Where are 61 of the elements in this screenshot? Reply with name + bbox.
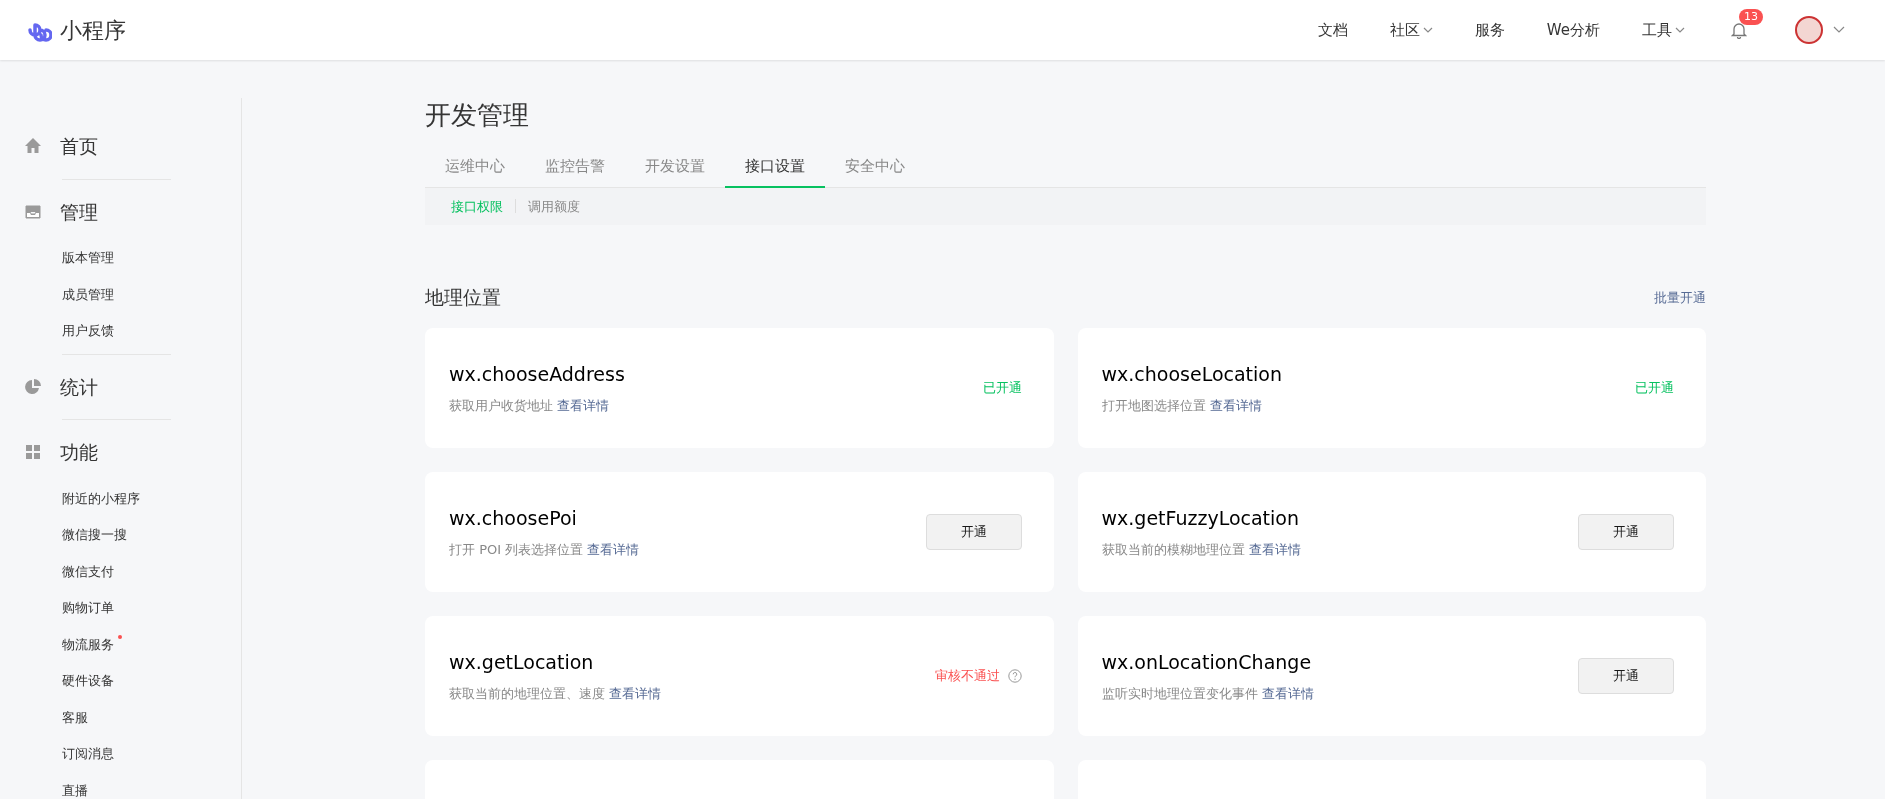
- api-description: 获取当前的地理位置、速度: [449, 686, 605, 702]
- enable-button[interactable]: 开通: [1578, 513, 1674, 550]
- sidebar-item[interactable]: 硬件设备: [62, 673, 114, 688]
- grid-icon: [24, 443, 42, 462]
- chevron-down-icon: [1675, 27, 1685, 33]
- sidebar-item[interactable]: 成员管理: [62, 286, 114, 302]
- api-description: 监听实时地理位置变化事件: [1101, 686, 1258, 702]
- details-link[interactable]: 查看详情: [609, 686, 662, 702]
- api-name: wx.getFuzzyLocation: [1101, 505, 1300, 531]
- sidebar-item[interactable]: 用户反馈: [62, 323, 114, 338]
- sidebar-item[interactable]: 购物订单: [62, 600, 114, 615]
- sidebar-item[interactable]: 微信搜一搜: [62, 527, 127, 542]
- nav-link[interactable]: 社区: [1389, 18, 1433, 42]
- api-description: 获取用户收货地址: [449, 398, 553, 414]
- api-name: wx.getLocation: [449, 649, 595, 675]
- status-text: 已开通: [982, 378, 1022, 397]
- sidebar-item[interactable]: 版本管理: [62, 250, 114, 265]
- tab[interactable]: 运维中心: [425, 149, 525, 188]
- api-name: wx.chooseAddress: [449, 361, 625, 387]
- notification-count: 13: [1739, 9, 1763, 25]
- details-link[interactable]: 查看详情: [1248, 542, 1301, 558]
- details-link[interactable]: 查看详情: [587, 542, 640, 558]
- sidebar-group[interactable]: 统计: [60, 372, 98, 401]
- tab[interactable]: 监控告警: [525, 149, 625, 188]
- api-description: 打开地图选择位置: [1101, 398, 1206, 414]
- nav-link[interactable]: We分析: [1546, 18, 1600, 42]
- status-text: 已开通: [1635, 378, 1674, 397]
- avatar[interactable]: [1795, 16, 1823, 44]
- section-title: 地理位置: [425, 285, 501, 311]
- api-name: wx.choosePoi: [449, 505, 578, 531]
- sidebar-item[interactable]: 物流服务: [62, 636, 114, 652]
- nav-link[interactable]: 文档: [1317, 18, 1348, 42]
- api-description: 获取当前的模糊地理位置: [1101, 542, 1245, 558]
- details-link[interactable]: 查看详情: [557, 398, 610, 414]
- sidebar-item[interactable]: 订阅消息: [62, 746, 114, 761]
- brand-name: 小程序: [60, 16, 126, 45]
- sidebar-item[interactable]: 客服: [62, 709, 88, 725]
- chevron-down-icon: [1422, 27, 1433, 33]
- api-name: wx.onLocationChange: [1101, 649, 1313, 675]
- inbox-icon: [24, 202, 42, 221]
- nav-link[interactable]: 工具: [1642, 18, 1685, 42]
- bell-icon[interactable]: [1731, 22, 1747, 39]
- sidebar-item[interactable]: 附近的小程序: [62, 490, 140, 506]
- sidebar-item[interactable]: 直播: [62, 782, 88, 798]
- home-icon: [24, 137, 42, 156]
- pie-chart-icon: [24, 377, 42, 396]
- details-link[interactable]: 查看详情: [1209, 398, 1262, 414]
- sidebar-group[interactable]: 管理: [60, 197, 98, 226]
- nav-link[interactable]: 服务: [1474, 18, 1505, 42]
- enable-button[interactable]: 开通: [1578, 657, 1674, 694]
- sidebar-item[interactable]: 微信支付: [62, 563, 114, 579]
- page-title: 开发管理: [425, 100, 530, 132]
- chevron-down-icon[interactable]: [1833, 26, 1845, 34]
- status-text: 审核不通过: [934, 666, 1000, 685]
- details-link[interactable]: 查看详情: [1261, 686, 1314, 702]
- enable-button[interactable]: 开通: [925, 513, 1022, 550]
- sidebar-group[interactable]: 首页: [60, 132, 98, 161]
- api-description: 打开 POI 列表选择位置: [449, 542, 584, 558]
- sidebar-group[interactable]: 功能: [60, 438, 98, 467]
- batch-enable-link[interactable]: 批量开通: [1654, 287, 1706, 308]
- api-name: wx.chooseLocation: [1101, 361, 1282, 387]
